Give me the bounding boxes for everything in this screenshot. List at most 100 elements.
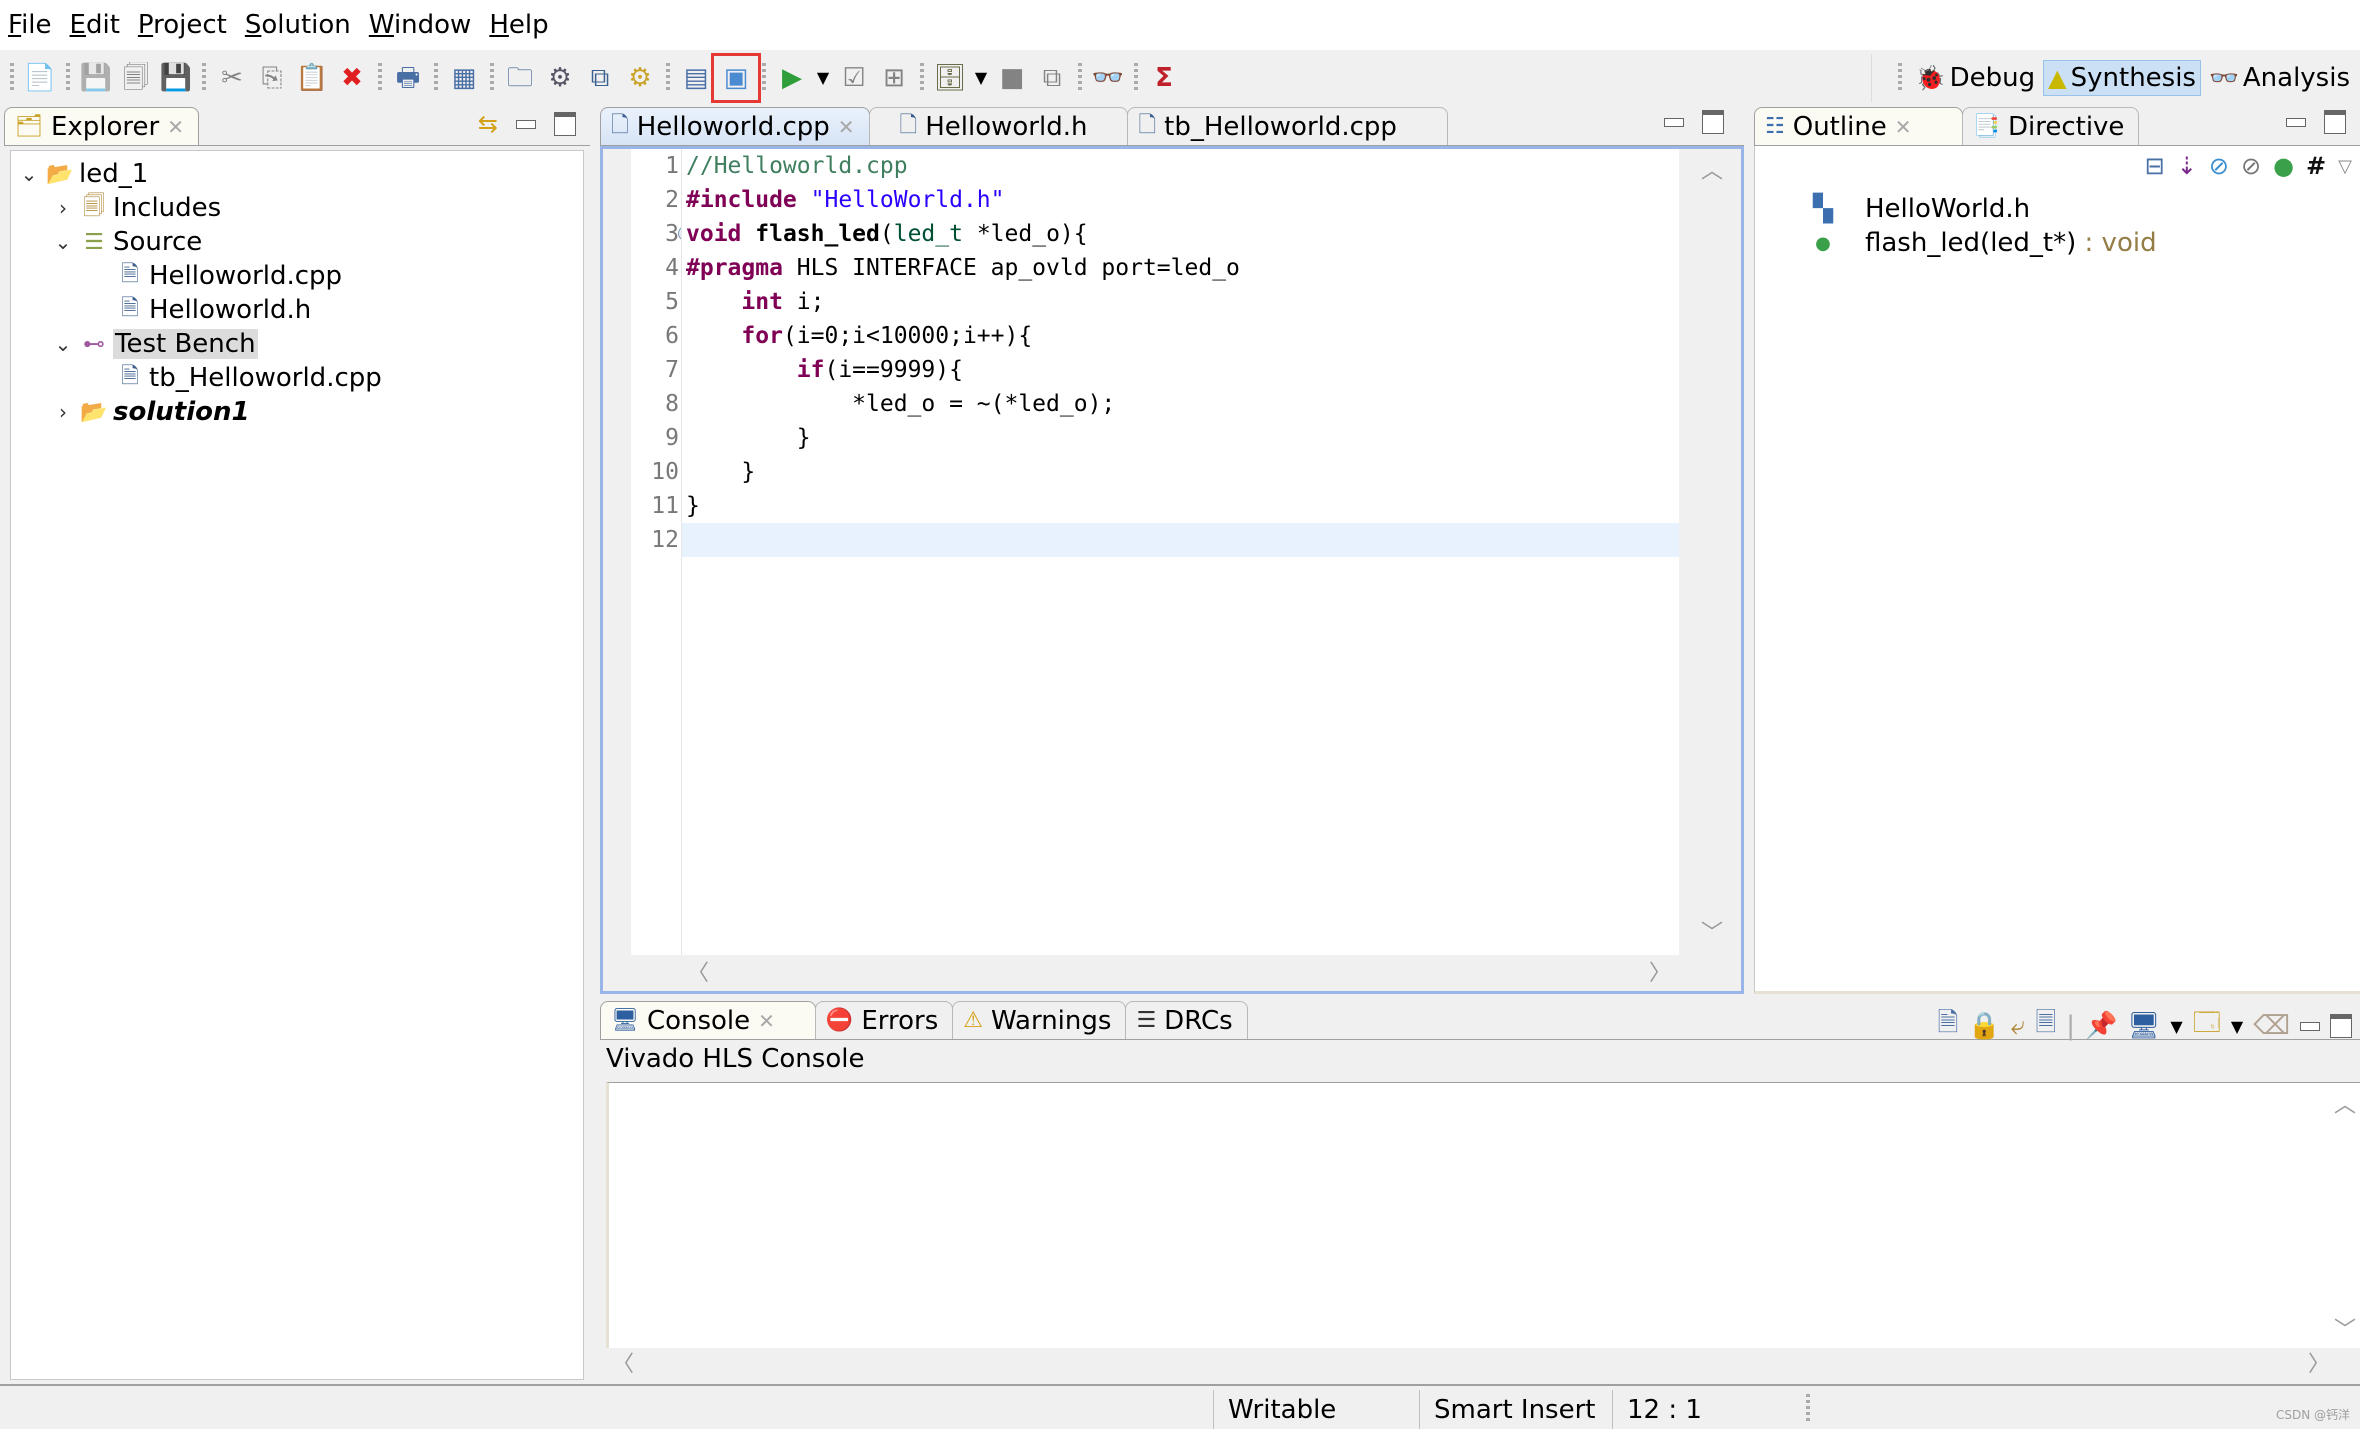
open-console-icon[interactable]: 🗔 — [2193, 1004, 2221, 1048]
tree-node-test-bench[interactable]: ⌄ ⊷ Test Bench — [11, 327, 583, 361]
menu-edit[interactable]: Edit — [68, 10, 122, 40]
minimize-icon[interactable] — [2286, 117, 2306, 127]
run-dropdown-icon[interactable]: ▼ — [814, 60, 832, 96]
tree-node-source[interactable]: ⌄ ☰ Source — [11, 225, 583, 259]
new-file-icon[interactable]: 📄 — [22, 60, 58, 96]
scroll-up-icon[interactable]: ︿ — [2334, 1087, 2356, 1119]
pin-console-icon[interactable]: 📌 — [2085, 1011, 2117, 1041]
console-output[interactable]: ︿ ﹀ — [606, 1082, 2360, 1348]
hide-macros-icon[interactable]: # — [2306, 152, 2326, 180]
save-icon[interactable]: 💾 — [78, 60, 114, 96]
code-area[interactable]: //Helloworld.cpp #include "HelloWorld.h" v… — [681, 149, 1679, 955]
maximize-icon[interactable] — [2330, 1014, 2352, 1038]
tab-console[interactable]: 🖥 Console ✕ — [600, 1001, 816, 1039]
delete-icon[interactable]: ✖ — [334, 60, 370, 96]
tab-helloworld-h[interactable]: 🗋 Helloworld.h — [868, 107, 1129, 145]
menu-solution[interactable]: Solution — [243, 10, 353, 40]
hide-non-public-icon[interactable]: ● — [2273, 152, 2294, 180]
tab-outline[interactable]: ☷ Outline ✕ — [1754, 107, 1963, 145]
print-icon[interactable]: 🖶 — [390, 60, 426, 96]
code-line[interactable]: if(i==9999){ — [682, 353, 1679, 387]
tree-node-led-1[interactable]: ⌄ 📂 led_1 — [11, 157, 583, 191]
code-line[interactable]: int i; — [682, 285, 1679, 319]
project-settings-icon[interactable]: ⚙ — [542, 60, 578, 96]
toolbar-grip[interactable] — [202, 63, 206, 93]
toolbar-grip[interactable] — [490, 63, 494, 93]
save-as-icon[interactable]: 💾 — [158, 60, 194, 96]
minimize-icon[interactable] — [2300, 1021, 2320, 1031]
solution-settings-icon[interactable]: ⚙ — [622, 60, 658, 96]
chevron-down-icon[interactable]: ⌄ — [51, 230, 75, 254]
toolbar-grip[interactable] — [378, 63, 382, 93]
code-line[interactable]: *led_o = ~(*led_o); — [682, 387, 1679, 421]
outline-item-include[interactable]: ▚ HelloWorld.h — [1811, 194, 2030, 224]
code-line[interactable]: #pragma HLS INTERFACE ap_ovld port=led_o — [682, 251, 1679, 285]
close-icon[interactable]: ✕ — [1895, 115, 1912, 139]
menu-window[interactable]: Window — [367, 10, 474, 40]
copy-icon[interactable]: ⎘ — [254, 60, 290, 96]
tab-helloworld-cpp[interactable]: 🗋 Helloworld.cpp ✕ — [600, 107, 870, 145]
sigma-icon[interactable]: Σ — [1146, 60, 1182, 96]
maximize-icon[interactable] — [2324, 110, 2346, 134]
toolbar-grip[interactable] — [762, 63, 766, 93]
perspective-debug[interactable]: 🐞 Debug — [1912, 61, 2039, 95]
close-icon[interactable]: ✕ — [758, 1009, 775, 1033]
collapse-all-icon[interactable]: ⊟ — [2145, 152, 2165, 180]
toolbar-grip[interactable] — [66, 63, 70, 93]
tree-node-helloworld-cpp[interactable]: 🗎 Helloworld.cpp — [11, 259, 583, 293]
chevron-right-icon[interactable]: › — [51, 400, 75, 424]
menu-project[interactable]: Project — [136, 10, 229, 40]
code-line[interactable]: #include "HelloWorld.h" — [682, 183, 1679, 217]
toolbar-grip[interactable] — [1134, 63, 1138, 93]
open-waveform-icon[interactable]: ▤ — [678, 60, 714, 96]
cut-icon[interactable]: ✂ — [214, 60, 250, 96]
tab-errors[interactable]: ⛔ Errors — [814, 1001, 954, 1039]
menu-file[interactable]: File — [6, 10, 54, 40]
insert-directive-icon[interactable]: ⧉ — [582, 60, 618, 96]
analysis-glasses-icon[interactable]: 👓 — [1090, 60, 1126, 96]
open-report-icon[interactable]: ▦ — [446, 60, 482, 96]
scroll-down-icon[interactable]: ﹀ — [1701, 915, 1723, 947]
validate-icon[interactable]: ☑ — [836, 60, 872, 96]
eraser-icon[interactable]: ⌫ — [2253, 1011, 2290, 1041]
scroll-left-icon[interactable]: 〈 — [612, 1346, 634, 1378]
tab-drcs[interactable]: ☰ DRCs — [1125, 1001, 1248, 1039]
scroll-up-icon[interactable]: ︿ — [1701, 153, 1723, 185]
close-icon[interactable]: ✕ — [167, 115, 184, 139]
paste-icon[interactable]: 📋 — [294, 60, 330, 96]
open-console-dropdown-icon[interactable]: ▼ — [2231, 1017, 2243, 1036]
code-line[interactable]: } — [682, 421, 1679, 455]
hide-fields-icon[interactable]: ⊘ — [2209, 152, 2229, 180]
maximize-icon[interactable] — [554, 112, 576, 136]
tab-tb-helloworld-cpp[interactable]: 🗋 tb_Helloworld.cpp — [1127, 107, 1448, 145]
tree-node-tb-helloworld-cpp[interactable]: 🗎 tb_Helloworld.cpp — [11, 361, 583, 395]
chevron-down-icon[interactable]: ⌄ — [51, 332, 75, 356]
perspective-grip[interactable] — [1897, 63, 1902, 93]
code-line[interactable] — [682, 523, 1679, 557]
close-icon[interactable]: ✕ — [838, 115, 855, 139]
export-rtl-icon[interactable]: 🗄 — [932, 60, 968, 96]
outline-item-function[interactable]: ● flash_led(led_t*) : void — [1811, 228, 2156, 258]
view-menu-icon[interactable]: ▽ — [2338, 156, 2352, 177]
menu-help[interactable]: Help — [487, 10, 550, 40]
display-console-icon[interactable]: 🖥 — [2127, 1011, 2160, 1041]
scroll-left-icon[interactable]: 〈 — [687, 955, 709, 987]
chevron-right-icon[interactable]: › — [51, 196, 75, 220]
toolbar-grip[interactable] — [666, 63, 670, 93]
scroll-right-icon[interactable]: 〉 — [1649, 955, 1671, 987]
scroll-down-icon[interactable]: ﹀ — [2334, 1312, 2356, 1344]
code-line[interactable]: } — [682, 489, 1679, 523]
tab-explorer[interactable]: 🗂 Explorer ✕ — [4, 107, 199, 145]
tab-warnings[interactable]: ⚠ Warnings — [952, 1001, 1127, 1039]
perspective-synthesis[interactable]: ▲ Synthesis — [2043, 60, 2201, 96]
chevron-down-icon[interactable]: ⌄ — [17, 162, 41, 186]
code-line[interactable]: void flash_led(led_t *led_o){ — [682, 217, 1679, 251]
toolbar-grip[interactable] — [1078, 63, 1082, 93]
show-document-icon[interactable]: 🗏 — [2035, 1004, 2056, 1048]
code-line[interactable]: //Helloworld.cpp — [682, 149, 1679, 183]
run-c-simulation-icon[interactable]: ▣ — [711, 53, 761, 103]
tree-node-helloworld-h[interactable]: 🗎 Helloworld.h — [11, 293, 583, 327]
code-line[interactable]: } — [682, 455, 1679, 489]
scroll-right-icon[interactable]: 〉 — [2308, 1346, 2330, 1378]
clear-console-icon[interactable]: 🗎 — [1938, 1004, 1959, 1048]
